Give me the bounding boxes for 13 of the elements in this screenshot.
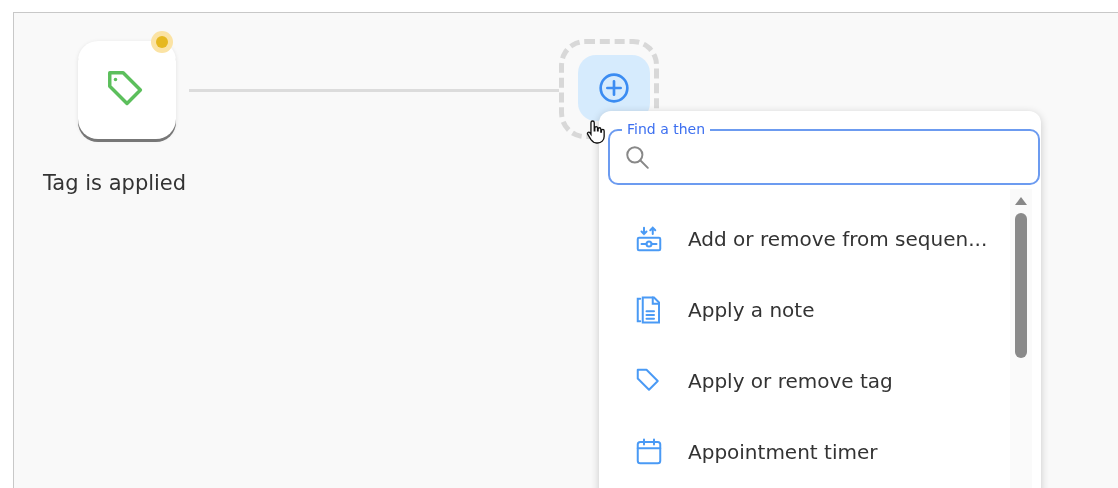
trigger-node[interactable] xyxy=(78,41,176,139)
action-item[interactable]: Add or remove from sequen... xyxy=(608,203,1010,274)
add-step-button[interactable] xyxy=(578,55,650,121)
action-item[interactable]: Appointment timer xyxy=(608,416,1010,487)
field-label: Find a then xyxy=(622,121,710,137)
calendar-icon xyxy=(634,436,664,467)
node-label: Tag is applied xyxy=(43,171,187,195)
search-icon xyxy=(624,144,650,170)
action-item[interactable]: Apply a note xyxy=(608,274,1010,345)
plus-circle-icon xyxy=(598,72,630,104)
search-field[interactable]: Find a then xyxy=(608,119,1040,185)
scrollbar[interactable] xyxy=(1010,189,1032,488)
action-item[interactable]: Apply or remove tag xyxy=(608,345,1010,416)
